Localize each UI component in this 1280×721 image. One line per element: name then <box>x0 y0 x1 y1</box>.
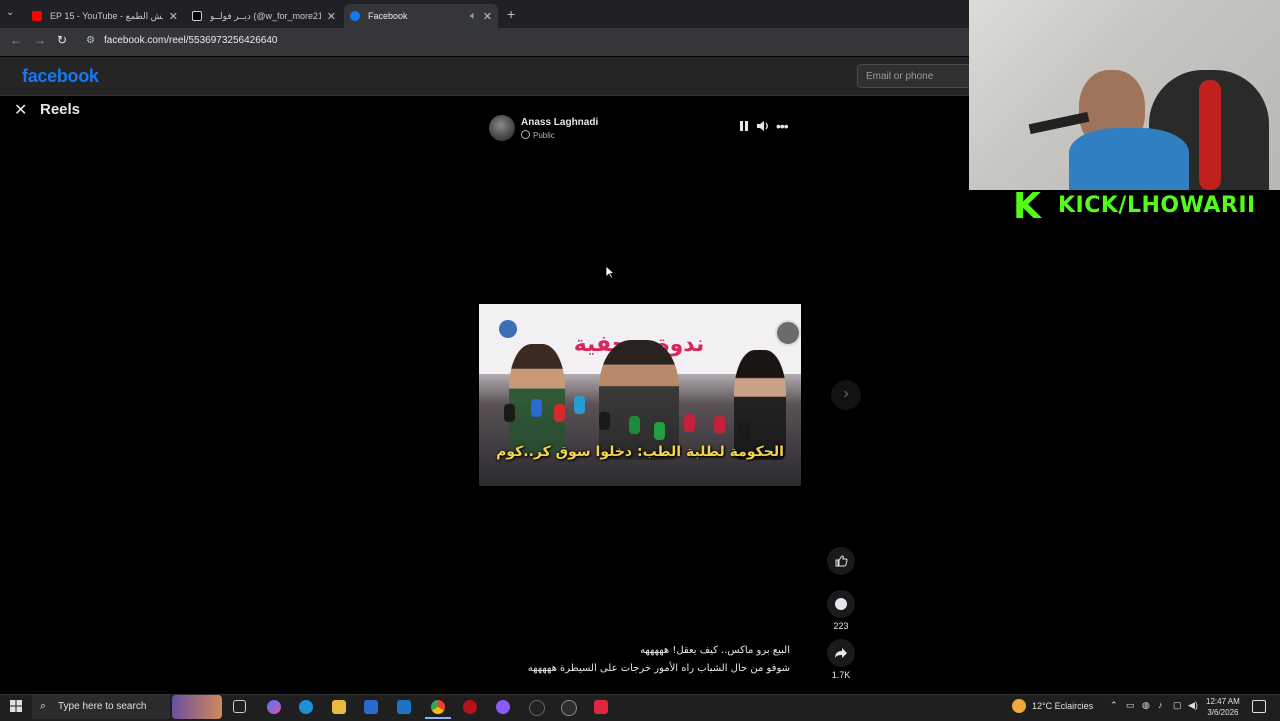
task-view-icon[interactable] <box>233 700 246 713</box>
tray-device-icon[interactable]: ▭ <box>1126 700 1135 711</box>
app-red-icon[interactable] <box>463 700 477 714</box>
shares-count: 1.7K <box>831 670 851 680</box>
tab-search-chevron-icon[interactable]: ⌄ <box>6 7 14 18</box>
globe-icon <box>521 130 530 139</box>
comment-button[interactable] <box>827 590 855 618</box>
youtube-icon <box>32 11 42 21</box>
mouse-cursor-icon <box>605 265 615 279</box>
tab-title: Facebook <box>368 11 408 21</box>
pause-icon[interactable] <box>739 120 749 135</box>
tray-volume-icon[interactable]: ◀) <box>1188 700 1198 711</box>
address-bar[interactable]: facebook.com/reel/5536973256426640 <box>104 35 277 46</box>
obs-icon[interactable] <box>561 700 577 716</box>
microphone <box>574 396 585 414</box>
facebook-header <box>0 57 969 96</box>
windows-start-icon[interactable] <box>10 700 22 712</box>
email-field[interactable]: Email or phone <box>857 64 969 88</box>
chrome-icon[interactable] <box>431 700 445 714</box>
tab-audio-icon[interactable]: 🔈︎ <box>470 10 477 23</box>
tab-title: ديــر فولــو (@w_for_more21 <box>210 10 321 21</box>
clock-date: 3/6/2026 <box>1207 708 1239 717</box>
close-tab-icon[interactable]: ✕ <box>327 10 336 23</box>
microphone <box>629 416 640 434</box>
kick-channel-text: KICK/LHOWARII <box>1058 193 1256 218</box>
microphone <box>654 422 665 440</box>
weather-icon[interactable] <box>1012 699 1026 713</box>
seal-logo-icon <box>775 320 801 346</box>
notifications-icon[interactable] <box>1252 700 1266 713</box>
app-purple-icon[interactable] <box>496 700 510 714</box>
file-explorer-icon[interactable] <box>332 700 346 714</box>
webcam-overlay <box>969 0 1280 190</box>
kick-logo-icon: K <box>1013 186 1041 227</box>
microphone-arm <box>1028 111 1090 135</box>
search-highlight-image[interactable] <box>172 695 222 719</box>
author-name[interactable]: Anass Laghnadi <box>521 117 598 128</box>
microphone <box>599 412 610 430</box>
volume-icon[interactable] <box>756 120 770 135</box>
avatar[interactable] <box>489 115 515 141</box>
reel-video[interactable]: ندوة صحفية الحكومة لطلبة الطب: دخلوا سوق… <box>479 304 801 486</box>
reel-caption-line-1: البيع برو ماكس.. كيف يعقل! هههههه <box>640 645 790 656</box>
search-placeholder: Type here to search <box>58 701 147 712</box>
tab-title: EP 15 - YouTube - عش الطمع <box>50 10 163 21</box>
copilot-icon[interactable] <box>267 700 281 714</box>
comment-icon <box>835 598 847 610</box>
reel-caption-line-2: شوفو من حال الشباب راه الأمور خرجات على … <box>527 663 790 674</box>
privacy-label: Public <box>521 130 555 140</box>
privacy-text: Public <box>533 131 555 140</box>
search-icon: ⌕ <box>40 700 47 712</box>
microphone <box>554 404 565 422</box>
app-4k-icon[interactable] <box>529 700 545 716</box>
facebook-logo[interactable]: facebook <box>22 66 99 87</box>
new-tab-button[interactable]: + <box>507 6 515 22</box>
edge-icon[interactable] <box>299 700 313 714</box>
tray-chevron-icon[interactable]: ⌃ <box>1110 700 1118 711</box>
person-center <box>599 340 679 460</box>
tab-youtube[interactable]: EP 15 - YouTube - عش الطمع ✕ <box>26 4 184 28</box>
next-reel-button[interactable]: › <box>831 380 861 410</box>
tab-facebook[interactable]: Facebook 🔈︎ ✕ <box>344 4 498 28</box>
microphone <box>714 416 725 434</box>
clock-time: 12:47 AM <box>1206 697 1240 706</box>
like-button[interactable] <box>827 547 855 575</box>
microphone <box>684 414 695 432</box>
video-subtitle: الحكومة لطلبة الطب: دخلوا سوق كر..كوم <box>496 444 784 460</box>
app-pdf-icon[interactable] <box>594 700 608 714</box>
tray-network-icon[interactable]: ◍ <box>1142 700 1150 711</box>
org-logo-icon <box>499 320 517 338</box>
microphone <box>531 399 542 417</box>
tray-display-icon[interactable]: ▢ <box>1173 700 1182 711</box>
close-tab-icon[interactable]: ✕ <box>169 10 178 23</box>
active-app-indicator <box>425 717 451 719</box>
tiktok-icon <box>192 11 202 21</box>
page-title: Reels <box>40 101 81 118</box>
streamer-shirt <box>1069 128 1189 190</box>
share-icon <box>835 648 847 658</box>
close-icon[interactable]: ✕ <box>14 100 27 120</box>
store-icon[interactable] <box>364 700 378 714</box>
outlook-icon[interactable] <box>397 700 411 714</box>
tab-tiktok[interactable]: ديــر فولــو (@w_for_more21 ✕ <box>186 4 342 28</box>
comments-count: 223 <box>833 621 849 631</box>
clock[interactable]: 12:47 AM 3/6/2026 <box>1206 696 1240 718</box>
reload-icon[interactable]: ↻ <box>57 33 67 47</box>
back-icon[interactable]: ← <box>10 33 22 47</box>
share-button[interactable] <box>827 639 855 667</box>
more-options-icon[interactable]: ••• <box>776 118 789 134</box>
close-tab-icon[interactable]: ✕ <box>483 10 492 23</box>
microphone <box>504 404 515 422</box>
facebook-icon <box>350 11 360 21</box>
site-info-icon[interactable]: ⚙ <box>86 35 95 46</box>
microphone <box>739 422 750 440</box>
taskbar-search-input[interactable]: ⌕ Type here to search <box>32 695 170 719</box>
chair-stripe <box>1199 80 1221 190</box>
thumbs-up-icon <box>835 555 848 567</box>
forward-icon[interactable]: → <box>34 33 46 47</box>
weather-text[interactable]: 12°C Eclaircies <box>1032 701 1093 711</box>
tray-mic-icon[interactable]: ♪ <box>1158 700 1163 710</box>
